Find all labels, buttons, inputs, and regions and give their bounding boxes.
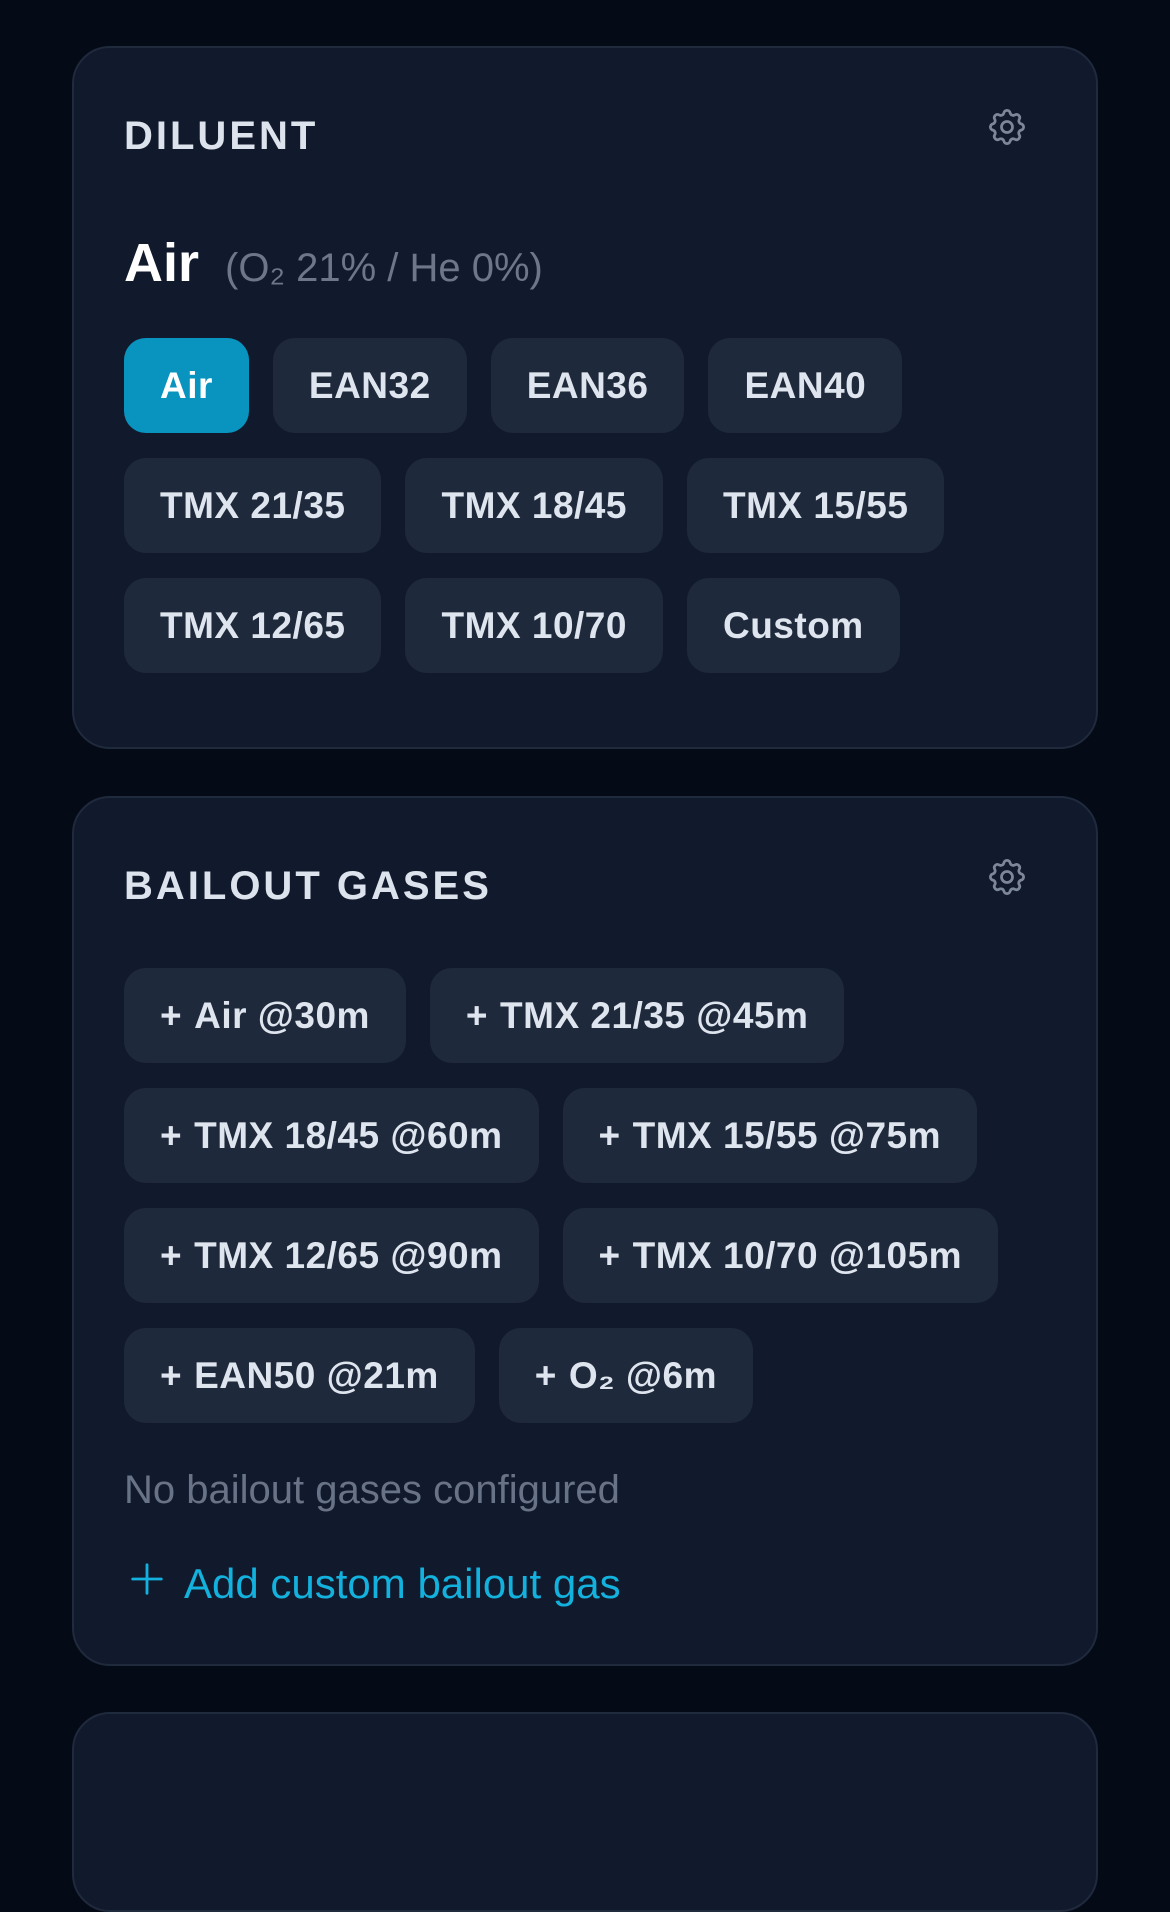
bailout-preset-air-30m[interactable]: + Air @30m [124, 968, 406, 1063]
next-card [72, 1712, 1098, 1912]
diluent-option-tmx-21-35[interactable]: TMX 21/35 [124, 458, 382, 553]
diluent-option-tmx-18-45[interactable]: TMX 18/45 [405, 458, 663, 553]
bailout-preset-tmx-21-35-45m[interactable]: + TMX 21/35 @45m [429, 968, 845, 1063]
plus-icon: + [160, 994, 183, 1036]
diluent-card: DILUENT Air (O₂ 21% / He 0%) Air EAN32 E… [72, 46, 1098, 749]
diluent-option-tmx-12-65[interactable]: TMX 12/65 [124, 578, 382, 673]
gear-icon [985, 855, 1029, 904]
diluent-option-custom[interactable]: Custom [686, 578, 900, 673]
add-custom-bailout-gas-button[interactable]: Add custom bailout gas [128, 1560, 621, 1608]
diluent-option-air[interactable]: Air [124, 338, 249, 433]
diluent-settings-button[interactable] [984, 106, 1030, 152]
diluent-option-ean32[interactable]: EAN32 [272, 338, 467, 433]
plus-icon: + [465, 994, 489, 1036]
bailout-preset-label: EAN50 @21m [194, 1354, 439, 1396]
current-diluent: Air (O₂ 21% / He 0%) [124, 232, 543, 294]
bailout-preset-label: Air @30m [194, 994, 370, 1036]
diluent-option-ean40[interactable]: EAN40 [708, 338, 903, 433]
bailout-preset-label: TMX 18/45 @60m [194, 1114, 503, 1156]
diluent-options: Air EAN32 EAN36 EAN40 TMX 21/35 TMX 18/4… [124, 338, 1044, 673]
bailout-preset-label: TMX 10/70 @105m [632, 1234, 963, 1276]
current-diluent-name: Air [124, 233, 200, 293]
bailout-preset-label: TMX 21/35 @45m [500, 994, 809, 1036]
bailout-card: BAILOUT GASES + Air @30m + TMX 21/35 @45… [72, 796, 1098, 1666]
bailout-presets: + Air @30m + TMX 21/35 @45m + TMX 18/45 … [124, 968, 1024, 1423]
gear-icon [985, 105, 1029, 154]
bailout-preset-tmx-15-55-75m[interactable]: + TMX 15/55 @75m [562, 1088, 977, 1183]
plus-icon: + [160, 1114, 183, 1156]
diluent-option-tmx-15-55[interactable]: TMX 15/55 [686, 458, 945, 553]
bailout-title: BAILOUT GASES [124, 864, 492, 908]
bailout-preset-label: TMX 15/55 @75m [632, 1114, 941, 1156]
plus-icon: + [598, 1234, 621, 1276]
diluent-title: DILUENT [124, 114, 319, 158]
plus-icon [128, 1560, 166, 1608]
plus-icon: + [598, 1114, 621, 1156]
bailout-preset-label: O₂ @6m [568, 1354, 717, 1396]
bailout-preset-tmx-12-65-90m[interactable]: + TMX 12/65 @90m [124, 1208, 539, 1303]
bailout-empty-message: No bailout gases configured [124, 1468, 620, 1512]
bailout-preset-o2-6m[interactable]: + O₂ @6m [498, 1328, 753, 1423]
current-diluent-mix: (O₂ 21% / He 0%) [225, 246, 543, 290]
diluent-option-tmx-10-70[interactable]: TMX 10/70 [405, 578, 663, 673]
add-custom-bailout-gas-label: Add custom bailout gas [184, 1560, 621, 1607]
bailout-preset-tmx-18-45-60m[interactable]: + TMX 18/45 @60m [124, 1088, 539, 1183]
plus-icon: + [534, 1354, 557, 1396]
bailout-settings-button[interactable] [984, 856, 1030, 902]
bailout-preset-ean50-21m[interactable]: + EAN50 @21m [124, 1328, 475, 1423]
plus-icon: + [160, 1234, 183, 1276]
bailout-preset-tmx-10-70-105m[interactable]: + TMX 10/70 @105m [562, 1208, 999, 1303]
diluent-option-ean36[interactable]: EAN36 [490, 338, 685, 433]
bailout-preset-label: TMX 12/65 @90m [194, 1234, 503, 1276]
plus-icon: + [160, 1354, 183, 1396]
